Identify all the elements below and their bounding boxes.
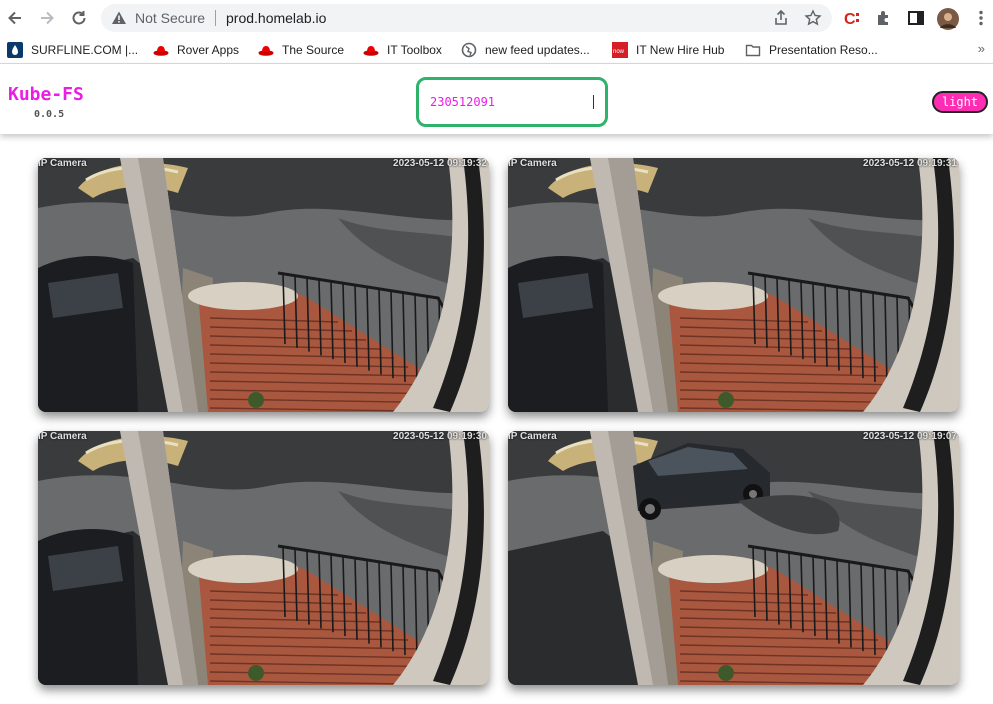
extension-c-icon[interactable]: C — [843, 8, 863, 28]
camera-snapshot-image — [508, 431, 959, 685]
profile-avatar[interactable] — [937, 8, 959, 30]
warning-icon[interactable] — [111, 10, 127, 26]
browser-toolbar: Not Secure prod.homelab.io C — [0, 0, 993, 36]
bookmark-presentation[interactable]: Presentation Reso... — [745, 41, 878, 59]
redhat-icon — [258, 46, 274, 56]
omnibox-divider — [215, 10, 216, 26]
bookmark-new-feed[interactable]: new feed updates... — [461, 41, 590, 59]
extensions-puzzle-icon[interactable] — [874, 8, 894, 28]
snapshot-timestamp: 2023-05-12 09:19:07 — [863, 431, 957, 442]
search-input[interactable]: 230512091 — [430, 95, 592, 109]
snapshot-timestamp: 2023-05-12 09:19:31 — [863, 158, 957, 169]
app-header: Kube-FS 0.0.5 230512091 light — [0, 64, 993, 134]
bookmark-rover-apps[interactable]: Rover Apps — [153, 41, 239, 59]
snapshot-card[interactable]: IP Camera 2023-05-12 09:19:31 — [508, 158, 959, 412]
bookmark-star-icon[interactable] — [804, 9, 822, 27]
servicenow-icon: now — [612, 42, 628, 58]
snapshot-card[interactable]: IP Camera 2023-05-12 09:19:07 — [508, 431, 959, 685]
bookmark-label: The Source — [282, 43, 345, 57]
bookmark-label: Presentation Reso... — [769, 43, 878, 57]
camera-snapshot-image — [38, 431, 489, 685]
snapshot-card[interactable]: IP Camera 2023-05-12 09:19:32 — [38, 158, 489, 412]
theme-toggle-button[interactable]: light — [932, 91, 988, 113]
bookmark-label: new feed updates... — [485, 43, 590, 57]
back-arrow-icon[interactable] — [4, 7, 26, 29]
kebab-menu-icon[interactable] — [971, 8, 991, 28]
camera-label: IP Camera — [38, 431, 87, 442]
text-caret — [593, 95, 594, 109]
svg-text:C: C — [844, 11, 856, 28]
camera-label: IP Camera — [38, 158, 87, 169]
side-panel-icon[interactable] — [906, 8, 926, 28]
snapshot-timestamp: 2023-05-12 09:19:30 — [393, 431, 487, 442]
forward-arrow-icon[interactable] — [36, 7, 58, 29]
bookmarks-overflow-icon[interactable]: » — [978, 41, 985, 56]
bookmarks-bar: SURFLINE.COM |... Rover Apps The Source … — [0, 36, 993, 64]
snapshot-timestamp: 2023-05-12 09:19:32 — [393, 158, 487, 169]
snapshot-card[interactable]: IP Camera 2023-05-12 09:19:30 — [38, 431, 489, 685]
camera-label: IP Camera — [508, 431, 557, 442]
app-version: 0.0.5 — [34, 109, 65, 120]
camera-snapshot-image — [508, 158, 959, 412]
search-field[interactable]: 230512091 — [416, 77, 608, 127]
redhat-icon — [363, 46, 379, 56]
bookmark-surfline[interactable]: SURFLINE.COM |... — [7, 41, 138, 59]
bookmark-it-toolbox[interactable]: IT Toolbox — [363, 41, 442, 59]
bookmark-label: IT Toolbox — [387, 43, 442, 57]
security-status[interactable]: Not Secure — [135, 10, 205, 26]
snapshot-grid: IP Camera 2023-05-12 09:19:32 IP Camera … — [0, 134, 993, 704]
app-title: Kube-FS — [8, 84, 84, 105]
share-icon[interactable] — [772, 9, 790, 27]
url-text[interactable]: prod.homelab.io — [226, 10, 326, 26]
folder-icon — [745, 44, 761, 57]
redhat-icon — [153, 46, 169, 56]
reload-icon[interactable] — [68, 7, 90, 29]
address-bar[interactable]: Not Secure prod.homelab.io — [101, 4, 832, 32]
bookmark-label: SURFLINE.COM |... — [31, 43, 139, 57]
bookmark-label: Rover Apps — [177, 43, 240, 57]
globe-icon — [461, 42, 477, 58]
bookmark-the-source[interactable]: The Source — [258, 41, 344, 59]
surfline-icon — [7, 42, 23, 58]
bookmark-it-new-hire-hub[interactable]: now IT New Hire Hub — [612, 41, 724, 59]
camera-snapshot-image — [38, 158, 489, 412]
svg-text:now: now — [613, 49, 625, 55]
camera-label: IP Camera — [508, 158, 557, 169]
bookmark-label: IT New Hire Hub — [636, 43, 725, 57]
